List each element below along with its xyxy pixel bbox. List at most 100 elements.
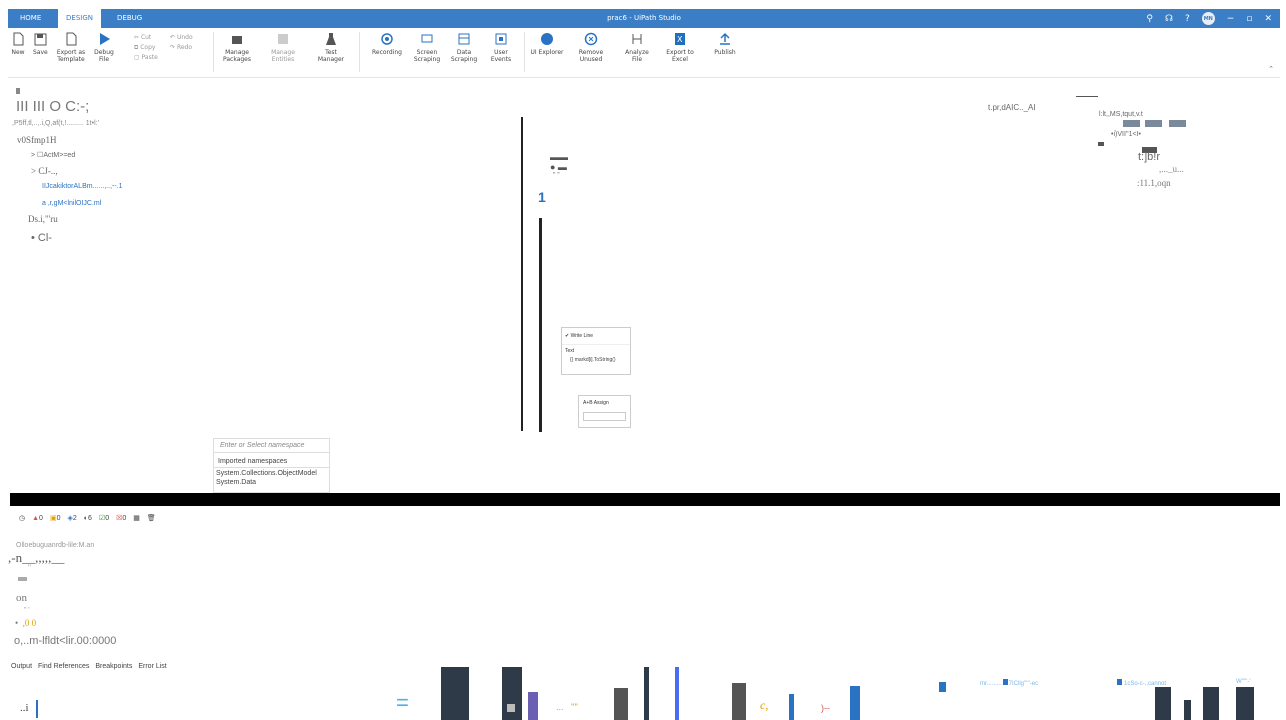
panel-splitter[interactable] [10, 493, 1280, 506]
save-icon [33, 32, 47, 46]
notification-icon[interactable]: ☊ [1165, 14, 1173, 24]
tab-error-list[interactable]: Error List [138, 663, 166, 670]
taskbar-item[interactable] [644, 667, 649, 720]
minimize-icon[interactable]: − [1227, 14, 1235, 24]
canvas-divider [539, 218, 542, 432]
taskbar-item[interactable] [528, 692, 538, 720]
taskbar-equals-icon[interactable]: = [396, 690, 409, 716]
tab-find-references[interactable]: Find References [38, 663, 89, 670]
manage-entities-button[interactable]: Manage Entities [266, 32, 300, 63]
namespace-item[interactable]: System.Data [214, 479, 329, 486]
packages-icon [230, 32, 244, 46]
expression-icon: {} [570, 357, 574, 363]
taskbar-text: c, [760, 698, 769, 712]
taskbar-text: ... '''' [556, 702, 578, 712]
namespace-input[interactable]: Enter or Select namespace [214, 439, 329, 453]
ribbon: New Save Export as Template Debug File ✂… [8, 28, 1280, 78]
tray-item[interactable] [1155, 687, 1171, 720]
panel-marker [16, 88, 20, 94]
tree-node-2[interactable]: > CJ-.., [31, 166, 58, 176]
redo-button[interactable]: ↷ Redo [170, 43, 193, 53]
namespace-item[interactable]: System.Collections.ObjectModel [214, 468, 329, 479]
excel-icon: X [673, 32, 687, 46]
fatal-filter[interactable]: ☒0 [116, 514, 126, 522]
tree-node-4[interactable]: a ,r,gM<lnilOIJC.ml [42, 200, 101, 207]
assign-to-field[interactable] [583, 412, 626, 421]
clock-icon[interactable]: ◷ [19, 514, 25, 522]
warning-filter[interactable]: ▣0 [50, 514, 61, 522]
tree-node-5[interactable]: Ds.i,"'ru [28, 214, 58, 224]
tree-node-6[interactable]: • Cl- [31, 232, 52, 244]
new-button[interactable]: New [11, 32, 25, 56]
imported-namespaces-heading: Imported namespaces [214, 453, 329, 468]
recording-button[interactable]: Recording [370, 32, 404, 56]
namespace-panel: Enter or Select namespace Imported names… [213, 438, 330, 493]
manage-packages-button[interactable]: Manage Packages [220, 32, 254, 63]
tray-icon[interactable] [939, 682, 946, 692]
tab-breakpoints[interactable]: Breakpoints [95, 663, 132, 670]
save-button[interactable]: Save [33, 32, 48, 56]
publish-button[interactable]: Publish [708, 32, 742, 56]
tray-item[interactable] [1184, 700, 1191, 720]
user-events-button[interactable]: User Events [486, 32, 516, 63]
data-scraping-button[interactable]: Data Scraping [449, 32, 479, 63]
paste-button[interactable]: ▢ Paste [134, 53, 158, 63]
output-marks: '' [28, 563, 31, 572]
remove-unused-button[interactable]: Remove Unused [574, 32, 608, 63]
divider [524, 32, 525, 72]
analyze-file-button[interactable]: Analyze File [620, 32, 654, 63]
help-icon[interactable]: ? [1185, 14, 1190, 24]
properties-row: ,..._u... [1159, 164, 1184, 174]
screen-scraping-button[interactable]: Screen Scraping [412, 32, 442, 63]
output-line: on [16, 592, 27, 604]
restore-icon[interactable]: ▫ [1246, 14, 1252, 24]
events-icon [494, 32, 508, 46]
block [1169, 120, 1186, 127]
uipath-studio-window: HOME DESIGN DEBUG prac6 - UiPath Studio … [0, 0, 1286, 720]
taskbar-bar [36, 700, 38, 718]
ui-explorer-button[interactable]: UI Explorer [530, 32, 564, 56]
verbose-filter[interactable]: ☑0 [99, 514, 109, 522]
tree-node-1[interactable]: > ☐ActM>=ed [31, 151, 75, 159]
tree-node-3[interactable]: IIJcakiktorALBm......,..,--.1 [42, 183, 123, 190]
project-path: ,P5ff,tl,..,.i,Q,af(t,!......... 1t•l:' [12, 120, 99, 127]
taskbar-item[interactable] [614, 688, 628, 720]
filter-icon[interactable]: ▦ [133, 514, 140, 522]
export-excel-button[interactable]: X Export to Excel [663, 32, 697, 63]
taskbar-item[interactable] [675, 667, 679, 720]
avatar[interactable]: MN [1201, 12, 1215, 25]
properties-row: :11.1,oqn [1137, 178, 1171, 188]
info-filter[interactable]: ◈2 [67, 514, 76, 522]
taskbar-item[interactable] [441, 667, 469, 720]
test-manager-button[interactable]: Test Manager [313, 32, 349, 63]
properties-row: l:lt,,MS,tqut,v.t [1099, 111, 1143, 118]
tray-text: mr......... 7ICllg'''''-ec [980, 679, 1039, 687]
debug-file-button[interactable]: Debug File [93, 32, 115, 63]
export-template-button[interactable]: Export as Template [53, 32, 89, 63]
cut-button[interactable]: ✂ Cut [134, 33, 158, 43]
trash-icon[interactable]: 🗑 [147, 514, 156, 522]
properties-row: t:]b!r [1138, 151, 1161, 163]
tray-item[interactable] [1203, 687, 1219, 720]
flask-icon [324, 32, 338, 46]
close-icon[interactable]: ✕ [1264, 14, 1272, 24]
copy-button[interactable]: ⧉ Copy [134, 43, 158, 53]
search-icon[interactable]: ⚲ [1146, 14, 1153, 24]
trace-filter[interactable]: ◐6 [84, 515, 92, 522]
collapse-ribbon-icon[interactable]: ⌃ [1268, 65, 1274, 73]
assign-activity[interactable]: A+B Assign [578, 395, 631, 428]
canvas-marks: ” ” [553, 172, 560, 179]
undo-button[interactable]: ↶ Undo [170, 33, 193, 43]
writeline-activity[interactable]: ✔ Write Line Text {} markd[i].ToString() [561, 327, 631, 375]
play-icon [97, 32, 111, 46]
taskbar-item[interactable] [850, 686, 860, 720]
taskbar-item[interactable] [789, 694, 794, 720]
tab-output[interactable]: Output [11, 663, 32, 670]
tray-item[interactable] [1236, 687, 1254, 720]
taskbar-item[interactable] [502, 667, 522, 720]
taskbar-item[interactable] [732, 683, 746, 720]
tray-text: 1cSo-c-.,cannot [1117, 679, 1166, 687]
explorer-icon [540, 32, 554, 46]
error-filter[interactable]: ▲0 [32, 515, 43, 522]
canvas-icons: ▬▬ ● ▬ [550, 152, 568, 172]
